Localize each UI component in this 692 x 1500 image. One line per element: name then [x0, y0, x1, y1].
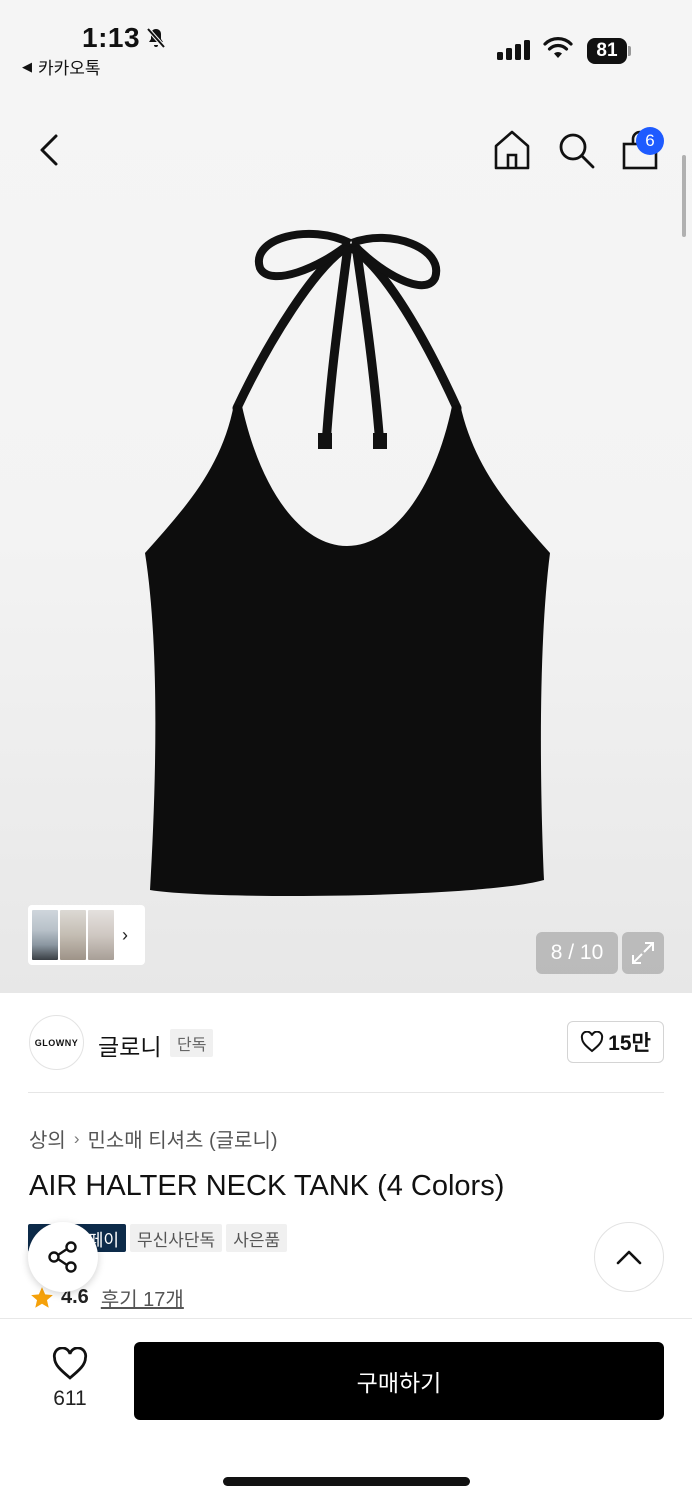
thumbnail-image[interactable] [60, 910, 86, 960]
brand-exclusive-tag: 단독 [170, 1029, 214, 1057]
wifi-icon [543, 37, 573, 58]
cart-count-badge: 6 [636, 127, 664, 155]
back-triangle-icon: ◀ [22, 58, 32, 74]
battery-icon: 81 [587, 38, 631, 64]
wishlist-count: 611 [53, 1387, 87, 1410]
breadcrumb-subcategory[interactable]: 민소매 티셔츠 (글로니) [87, 1124, 277, 1153]
scroll-indicator [682, 155, 686, 237]
back-icon[interactable] [34, 130, 66, 170]
thumbnail-image[interactable] [88, 910, 114, 960]
bell-muted-icon [146, 27, 166, 49]
cellular-signal-icon [497, 40, 530, 60]
product-title: AIR HALTER NECK TANK (4 Colors) [29, 1170, 505, 1202]
gift-badge: 사은품 [226, 1224, 288, 1252]
product-image [145, 229, 550, 896]
scroll-top-button[interactable] [594, 1222, 664, 1292]
search-icon[interactable] [556, 130, 596, 170]
brand-like-count: 15만 [608, 1032, 651, 1055]
expand-icon [632, 942, 654, 964]
back-app-label: 카카오톡 [38, 59, 101, 78]
expand-button[interactable] [622, 932, 664, 974]
product-gallery[interactable]: 6 › 8 / 10 [0, 90, 692, 993]
buy-button[interactable]: 구매하기 [134, 1342, 664, 1420]
status-bar: 1:13 ◀ 카카오톡 81 [0, 0, 692, 90]
thumbnail-strip[interactable]: › [28, 905, 145, 965]
status-time: 1:13 [82, 22, 141, 53]
breadcrumb: 상의 › 민소매 티셔츠 (글로니) [29, 1124, 278, 1153]
heart-icon [52, 1347, 88, 1380]
share-icon [48, 1241, 77, 1273]
brand-name[interactable]: 글로니 [98, 1028, 161, 1062]
exclusive-badge: 무신사단독 [130, 1224, 223, 1252]
brand-logo[interactable]: GLOWNY [29, 1015, 84, 1070]
chevron-up-icon [616, 1250, 642, 1265]
battery-level: 81 [587, 38, 627, 64]
chevron-right-icon: › [122, 924, 128, 945]
wishlist-button[interactable]: 611 [44, 1347, 96, 1411]
share-button[interactable] [28, 1222, 98, 1292]
brand-like-button[interactable]: 15만 [567, 1021, 664, 1063]
home-icon[interactable] [492, 128, 532, 172]
breadcrumb-category[interactable]: 상의 [29, 1124, 66, 1153]
divider [28, 1092, 664, 1093]
back-to-app[interactable]: ◀ 카카오톡 [22, 54, 101, 79]
bottom-action-bar: 611 구매하기 [0, 1318, 692, 1500]
thumbnail-image[interactable] [32, 910, 58, 960]
chevron-right-icon: › [73, 1128, 80, 1148]
home-indicator [223, 1477, 470, 1486]
image-pager: 8 / 10 [536, 932, 618, 974]
heart-icon [581, 1031, 604, 1053]
review-count-link[interactable]: 후기 17개 [101, 1283, 184, 1312]
